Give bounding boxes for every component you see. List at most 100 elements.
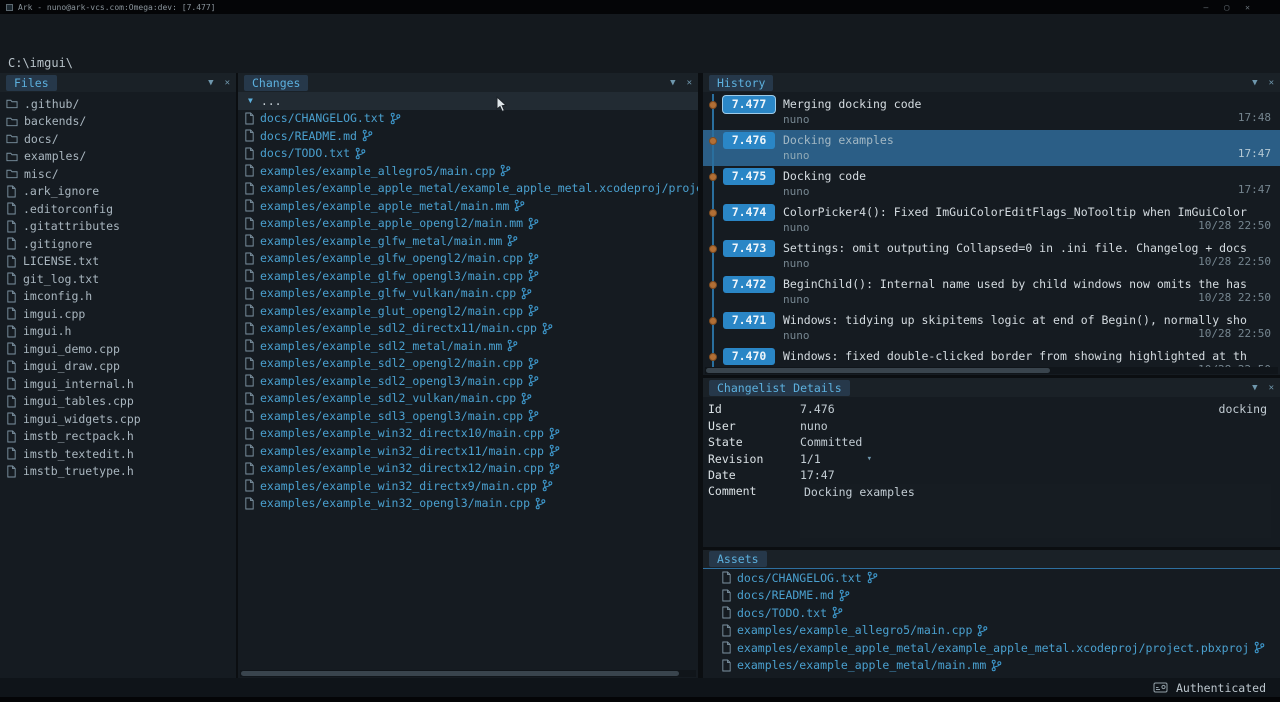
changed-file-row[interactable]: examples/example_glfw_metal/main.mm bbox=[238, 232, 698, 250]
changed-file-row[interactable]: examples/example_allegro5/main.cpp bbox=[238, 162, 698, 180]
filter-icon[interactable]: ▼ bbox=[670, 78, 675, 88]
file-tree-item[interactable]: imstb_truetype.h bbox=[0, 463, 236, 481]
file-tree-item[interactable]: .ark_ignore bbox=[0, 183, 236, 201]
changed-file-path: examples/example_win32_opengl3/main.cpp bbox=[260, 496, 530, 510]
revision-badge[interactable]: 7.473 bbox=[723, 240, 775, 257]
asset-row[interactable]: examples/example_apple_metal/main.mm bbox=[703, 657, 1280, 675]
maximize-icon[interactable]: ▢ bbox=[1224, 3, 1229, 12]
asset-path: docs/CHANGELOG.txt bbox=[737, 571, 862, 585]
file-icon bbox=[6, 412, 17, 425]
history-panel-title[interactable]: History bbox=[709, 75, 773, 91]
revision-badge[interactable]: 7.476 bbox=[723, 132, 775, 149]
changed-file-row[interactable]: examples/example_glfw_vulkan/main.cpp bbox=[238, 285, 698, 303]
asset-row[interactable]: docs/README.md bbox=[703, 587, 1280, 605]
filter-icon[interactable]: ▼ bbox=[1252, 78, 1257, 88]
file-tree-item[interactable]: LICENSE.txt bbox=[0, 253, 236, 271]
close-icon[interactable]: ✕ bbox=[687, 78, 692, 88]
commit-message: Settings: omit outputing Collapsed=0 in … bbox=[783, 241, 1280, 255]
changed-file-row[interactable]: examples/example_sdl2_vulkan/main.cpp bbox=[238, 390, 698, 408]
changed-file-row[interactable]: examples/example_win32_directx11/main.cp… bbox=[238, 442, 698, 460]
changed-file-row[interactable]: examples/example_glfw_opengl2/main.cpp bbox=[238, 250, 698, 268]
changed-file-row[interactable]: examples/example_apple_opengl2/main.mm bbox=[238, 215, 698, 233]
commit-row[interactable]: 7.476 Docking examples nuno 17:47 bbox=[703, 130, 1280, 166]
revision-badge[interactable]: 7.470 bbox=[723, 348, 775, 365]
changed-file-path: examples/example_glut_opengl2/main.cpp bbox=[260, 304, 523, 318]
file-tree-item[interactable]: imstb_textedit.h bbox=[0, 445, 236, 463]
commit-row[interactable]: 7.477 Merging docking code nuno 17:48 bbox=[703, 94, 1280, 130]
asset-row[interactable]: examples/example_allegro5/main.cpp bbox=[703, 622, 1280, 640]
file-tree-item[interactable]: git_log.txt bbox=[0, 270, 236, 288]
file-tree-item[interactable]: imgui_tables.cpp bbox=[0, 393, 236, 411]
revision-badge[interactable]: 7.471 bbox=[723, 312, 775, 329]
changed-file-row[interactable]: examples/example_glfw_opengl3/main.cpp bbox=[238, 267, 698, 285]
changed-file-row[interactable]: examples/example_sdl3_opengl3/main.cpp bbox=[238, 407, 698, 425]
commit-row[interactable]: 7.474 ColorPicker4(): Fixed ImGuiColorEd… bbox=[703, 202, 1280, 238]
details-panel-title[interactable]: Changelist Details bbox=[709, 380, 850, 396]
close-icon[interactable]: ✕ bbox=[1245, 3, 1250, 12]
scrollbar-thumb[interactable] bbox=[241, 671, 679, 676]
file-icon bbox=[6, 360, 17, 373]
changed-file-row[interactable]: examples/example_sdl2_opengl3/main.cpp bbox=[238, 372, 698, 390]
commit-row[interactable]: 7.471 Windows: tidying up skipitems logi… bbox=[703, 310, 1280, 346]
changed-file-row[interactable]: examples/example_sdl2_opengl2/main.cpp bbox=[238, 355, 698, 373]
file-tree-item[interactable]: imgui.cpp bbox=[0, 305, 236, 323]
commit-author: nuno bbox=[783, 329, 810, 342]
file-tree-item[interactable]: imstb_rectpack.h bbox=[0, 428, 236, 446]
checkout-branch-icon bbox=[535, 497, 546, 510]
asset-row[interactable]: docs/CHANGELOG.txt bbox=[703, 569, 1280, 587]
assets-panel-title[interactable]: Assets bbox=[709, 551, 767, 567]
file-tree-item[interactable]: imgui_widgets.cpp bbox=[0, 410, 236, 428]
changed-file-row[interactable]: examples/example_win32_opengl3/main.cpp bbox=[238, 495, 698, 513]
revision-dropdown[interactable]: 1/1 ▾ bbox=[800, 452, 872, 466]
file-tree-item[interactable]: .editorconfig bbox=[0, 200, 236, 218]
changed-file-row[interactable]: docs/TODO.txt bbox=[238, 145, 698, 163]
changed-file-path: examples/example_win32_directx11/main.cp… bbox=[260, 444, 544, 458]
revision-badge[interactable]: 7.472 bbox=[723, 276, 775, 293]
changed-file-row[interactable]: examples/example_win32_directx10/main.cp… bbox=[238, 425, 698, 443]
commit-row[interactable]: 7.472 BeginChild(): Internal name used b… bbox=[703, 274, 1280, 310]
file-tree-item[interactable]: misc/ bbox=[0, 165, 236, 183]
commit-row[interactable]: 7.473 Settings: omit outputing Collapsed… bbox=[703, 238, 1280, 274]
file-tree-item[interactable]: docs/ bbox=[0, 130, 236, 148]
file-tree-item[interactable]: .gitattributes bbox=[0, 218, 236, 236]
changed-file-row[interactable]: examples/example_win32_directx12/main.cp… bbox=[238, 460, 698, 478]
file-tree-item[interactable]: imconfig.h bbox=[0, 288, 236, 306]
file-tree-item[interactable]: examples/ bbox=[0, 148, 236, 166]
changed-file-row[interactable]: examples/example_sdl2_directx11/main.cpp bbox=[238, 320, 698, 338]
close-icon[interactable]: ✕ bbox=[225, 78, 230, 88]
changed-file-row[interactable]: examples/example_apple_metal/main.mm bbox=[238, 197, 698, 215]
close-icon[interactable]: ✕ bbox=[1269, 383, 1274, 393]
commit-row[interactable]: 7.470 Windows: fixed double-clicked bord… bbox=[703, 346, 1280, 367]
asset-row[interactable]: docs/TODO.txt bbox=[703, 604, 1280, 622]
chevron-down-icon[interactable]: ▾ bbox=[867, 454, 872, 464]
file-tree-item[interactable]: imgui_draw.cpp bbox=[0, 358, 236, 376]
file-tree-item[interactable]: .gitignore bbox=[0, 235, 236, 253]
file-tree-item[interactable]: imgui_internal.h bbox=[0, 375, 236, 393]
revision-badge[interactable]: 7.477 bbox=[723, 96, 775, 113]
files-panel-title[interactable]: Files bbox=[6, 75, 57, 91]
file-tree-item[interactable]: imgui_demo.cpp bbox=[0, 340, 236, 358]
expand-caret-icon[interactable]: ▼ bbox=[248, 96, 253, 105]
filter-icon[interactable]: ▼ bbox=[208, 78, 213, 88]
scrollbar-thumb[interactable] bbox=[706, 368, 1050, 373]
changed-file-row[interactable]: examples/example_glut_opengl2/main.cpp bbox=[238, 302, 698, 320]
changes-panel-title[interactable]: Changes bbox=[244, 75, 308, 91]
commit-row[interactable]: 7.475 Docking code nuno 17:47 bbox=[703, 166, 1280, 202]
file-tree-item[interactable]: .github/ bbox=[0, 95, 236, 113]
revision-badge[interactable]: 7.475 bbox=[723, 168, 775, 185]
changed-file-row[interactable]: docs/README.md bbox=[238, 127, 698, 145]
revision-badge[interactable]: 7.474 bbox=[723, 204, 775, 221]
file-tree-item[interactable]: backends/ bbox=[0, 113, 236, 131]
minimize-icon[interactable]: – bbox=[1204, 3, 1209, 12]
close-icon[interactable]: ✕ bbox=[1269, 78, 1274, 88]
filter-icon[interactable]: ▼ bbox=[1252, 383, 1257, 393]
changed-file-row[interactable]: examples/example_sdl2_metal/main.mm bbox=[238, 337, 698, 355]
changed-file-row[interactable]: examples/example_apple_metal/example_app… bbox=[238, 180, 698, 198]
checkout-branch-icon bbox=[521, 392, 532, 405]
changed-file-row[interactable]: examples/example_win32_directx9/main.cpp bbox=[238, 477, 698, 495]
asset-row[interactable]: examples/example_apple_metal/example_app… bbox=[703, 639, 1280, 657]
changed-file-row[interactable]: docs/CHANGELOG.txt bbox=[238, 110, 698, 128]
file-icon bbox=[244, 147, 255, 160]
changes-root-row[interactable]: ▼ ... bbox=[238, 92, 698, 110]
file-tree-item[interactable]: imgui.h bbox=[0, 323, 236, 341]
